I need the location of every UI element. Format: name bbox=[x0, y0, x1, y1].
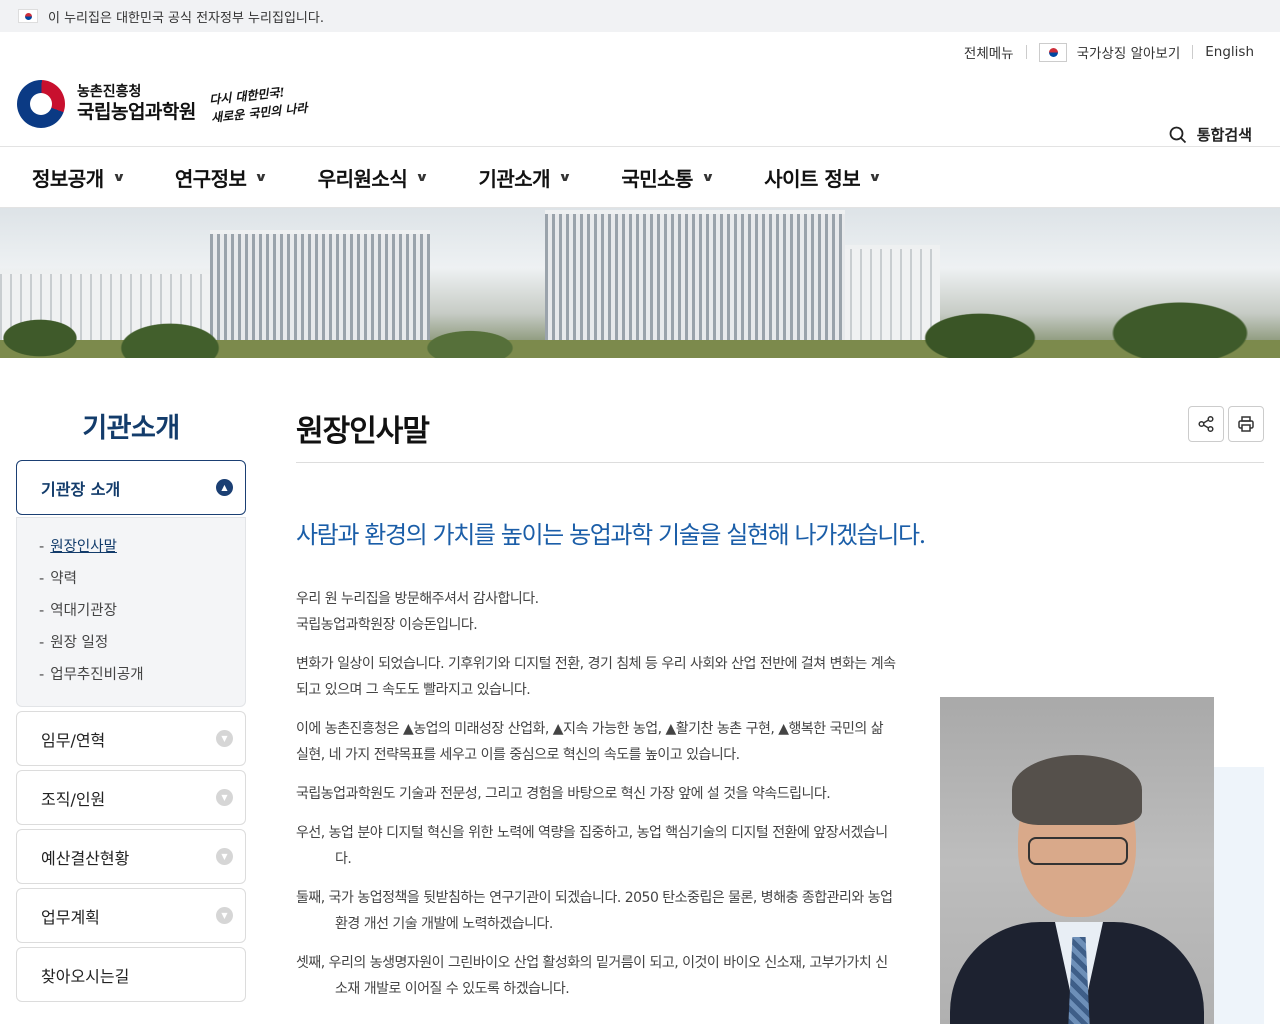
submenu-item-former-heads[interactable]: - 역대기관장 bbox=[39, 596, 245, 628]
nav-item-research[interactable]: 연구정보 ∨ bbox=[174, 163, 269, 192]
sidebar-item-label: 조직/인원 bbox=[41, 789, 106, 809]
printer-icon bbox=[1238, 416, 1254, 432]
hero-image bbox=[0, 208, 1280, 358]
sidebar-group-label: 기관장 소개 bbox=[41, 479, 121, 499]
nav-label: 우리원소식 bbox=[317, 166, 408, 191]
submenu-item-expenses[interactable]: - 업무추진비공개 bbox=[39, 660, 245, 692]
korea-flag-icon bbox=[1038, 42, 1067, 62]
main-nav: 정보공개 ∨ 연구정보 ∨ 우리원소식 ∨ 기관소개 ∨ 국민소통 ∨ 사이트 정보 ∨ bbox=[0, 146, 1280, 208]
nav-item-site-info[interactable]: 사이트 정보 ∨ bbox=[764, 163, 882, 192]
national-symbol-link[interactable]: 국가상징 알아보기 bbox=[1077, 42, 1181, 62]
sidebar-item-label: 찾아오시는길 bbox=[41, 966, 130, 986]
search-icon bbox=[1169, 126, 1186, 143]
chevron-down-icon: ∨ bbox=[558, 170, 572, 184]
expand-icon: ▼ bbox=[216, 907, 233, 924]
chevron-down-icon: ∨ bbox=[701, 170, 715, 184]
sidebar-item-mission[interactable]: 임무/연혁 ▼ bbox=[16, 711, 246, 766]
submenu-label: 약력 bbox=[50, 571, 77, 587]
submenu-label: 역대기관장 bbox=[50, 603, 117, 619]
sidebar-item-label: 임무/연혁 bbox=[41, 730, 106, 750]
sidebar-submenu: - 원장인사말 - 약력 - 역대기관장 - 원장 일정 - 업무추진비공개 bbox=[16, 517, 246, 707]
logo-sub: 농촌진흥청 bbox=[77, 84, 142, 100]
submenu-item-schedule[interactable]: - 원장 일정 bbox=[39, 628, 245, 660]
submenu-label: 업무추진비공개 bbox=[50, 667, 144, 683]
integrated-search-button[interactable]: 통합검색 bbox=[1169, 124, 1252, 145]
logo-text: 농촌진흥청 국립농업과학원 bbox=[77, 84, 196, 124]
expand-icon: ▼ bbox=[216, 789, 233, 806]
submenu-item-biography[interactable]: - 약력 bbox=[39, 564, 245, 596]
title-divider bbox=[296, 462, 1264, 463]
share-icon bbox=[1198, 415, 1214, 433]
nav-item-communication[interactable]: 국민소통 ∨ bbox=[621, 163, 715, 192]
chevron-down-icon: ∨ bbox=[111, 170, 126, 184]
all-menu-link[interactable]: 전체메뉴 bbox=[964, 42, 1014, 62]
submenu-label: 원장 일정 bbox=[50, 635, 109, 651]
sidebar-item-directions[interactable]: 찾아오시는길 bbox=[16, 947, 246, 1002]
page-tools bbox=[1184, 406, 1264, 442]
sidebar-item-budget[interactable]: 예산결산현황 ▼ bbox=[16, 829, 246, 884]
greeting-body: 우리 원 누리집을 방문해주셔서 감사합니다. 국립농업과학원장 이승돈입니다. 변… bbox=[296, 586, 896, 1002]
gov-banner: 이 누리집은 대한민국 공식 전자정부 누리집입니다. bbox=[0, 0, 1280, 32]
nav-label: 국민소통 bbox=[621, 166, 693, 191]
expand-icon: ▼ bbox=[216, 730, 233, 747]
submenu-label: 원장인사말 bbox=[50, 539, 117, 555]
greeting-paragraph: 이에 농촌진흥청은 ▲농업의 미래성장 산업화, ▲지속 가능한 농업, ▲활기… bbox=[296, 721, 884, 763]
submenu-item-greeting[interactable]: - 원장인사말 bbox=[39, 532, 245, 564]
greeting-paragraph: 셋째, 우리의 농생명자원이 그린바이오 산업 활성화의 밑거름이 되고, 이것… bbox=[296, 955, 888, 997]
divider bbox=[1025, 45, 1027, 59]
main-content: 원장인사말 사람과 환경의 가치를 높이는 농업과학 기술을 실현해 나가겠습니… bbox=[296, 406, 1264, 1015]
sidebar-item-label: 업무계획 bbox=[41, 907, 100, 927]
logo-main: 국립농업과학원 bbox=[77, 101, 196, 123]
chevron-down-icon: ∨ bbox=[415, 170, 429, 184]
slogan: 다시 대한민국! 새로운 국민의 나라 bbox=[208, 81, 308, 127]
greeting-paragraph: 우리 원 누리집을 방문해주셔서 감사합니다. bbox=[296, 591, 539, 607]
site-logo[interactable]: 농촌진흥청 국립농업과학원 다시 대한민국! 새로운 국민의 나라 bbox=[17, 80, 308, 128]
sidebar-item-organization[interactable]: 조직/인원 ▼ bbox=[16, 770, 246, 825]
nav-label: 연구정보 bbox=[174, 166, 247, 191]
greeting-paragraph: 국립농업과학원도 기술과 전문성, 그리고 경험을 바탕으로 혁신 가장 앞에 … bbox=[296, 786, 831, 802]
collapse-icon: ▲ bbox=[216, 479, 233, 496]
nav-item-news[interactable]: 우리원소식 ∨ bbox=[317, 163, 429, 192]
sidebar: 기관소개 기관장 소개 ▲ - 원장인사말 - 약력 - 역대기관장 - 원장 일정 -… bbox=[16, 406, 246, 1002]
search-label: 통합검색 bbox=[1196, 126, 1252, 144]
chevron-down-icon: ∨ bbox=[254, 170, 269, 184]
expand-icon: ▼ bbox=[216, 848, 233, 865]
greeting-paragraph: 둘째, 국가 농업정책을 뒷받침하는 연구기관이 되겠습니다. 2050 탄소중… bbox=[296, 890, 893, 932]
nav-item-about[interactable]: 기관소개 ∨ bbox=[478, 163, 572, 192]
sidebar-group-head-intro[interactable]: 기관장 소개 ▲ bbox=[16, 460, 246, 515]
greeting-paragraph: 변화가 일상이 되었습니다. 기후위기와 디지털 전환, 경기 침체 등 우리 … bbox=[296, 656, 896, 698]
sidebar-item-work-plan[interactable]: 업무계획 ▼ bbox=[16, 888, 246, 943]
nav-label: 기관소개 bbox=[478, 166, 551, 191]
utility-menu: 전체메뉴 국가상징 알아보기 English bbox=[964, 42, 1254, 62]
trees-illustration bbox=[0, 298, 1280, 358]
print-button[interactable] bbox=[1228, 406, 1264, 442]
greeting-headline: 사람과 환경의 가치를 높이는 농업과학 기술을 실현해 나가겠습니다. bbox=[296, 521, 926, 549]
header: 전체메뉴 국가상징 알아보기 English 농촌진흥청 국립농업과학원 다시 … bbox=[0, 32, 1280, 146]
greeting-paragraph: 우선, 농업 분야 디지털 혁신을 위한 노력에 역량을 집중하고, 농업 핵심… bbox=[296, 825, 888, 867]
greeting-paragraph: 국립농업과학원장 이승돈입니다. bbox=[296, 617, 478, 633]
gov-banner-text: 이 누리집은 대한민국 공식 전자정부 누리집입니다. bbox=[48, 10, 324, 26]
nav-item-info-disclosure[interactable]: 정보공개 ∨ bbox=[32, 163, 126, 192]
sidebar-item-label: 예산결산현황 bbox=[41, 848, 130, 868]
content-area: 기관소개 기관장 소개 ▲ - 원장인사말 - 약력 - 역대기관장 - 원장 일정 -… bbox=[0, 358, 1280, 1024]
nav-label: 사이트 정보 bbox=[764, 166, 861, 191]
english-link[interactable]: English bbox=[1205, 44, 1254, 60]
nav-label: 정보공개 bbox=[32, 166, 104, 191]
sidebar-title: 기관소개 bbox=[82, 413, 180, 444]
korea-flag-icon bbox=[18, 9, 38, 23]
divider bbox=[1192, 45, 1194, 59]
chevron-down-icon: ∨ bbox=[868, 170, 882, 184]
share-button[interactable] bbox=[1188, 406, 1224, 442]
government-emblem-icon bbox=[17, 80, 65, 128]
page-title: 원장인사말 bbox=[296, 414, 430, 449]
